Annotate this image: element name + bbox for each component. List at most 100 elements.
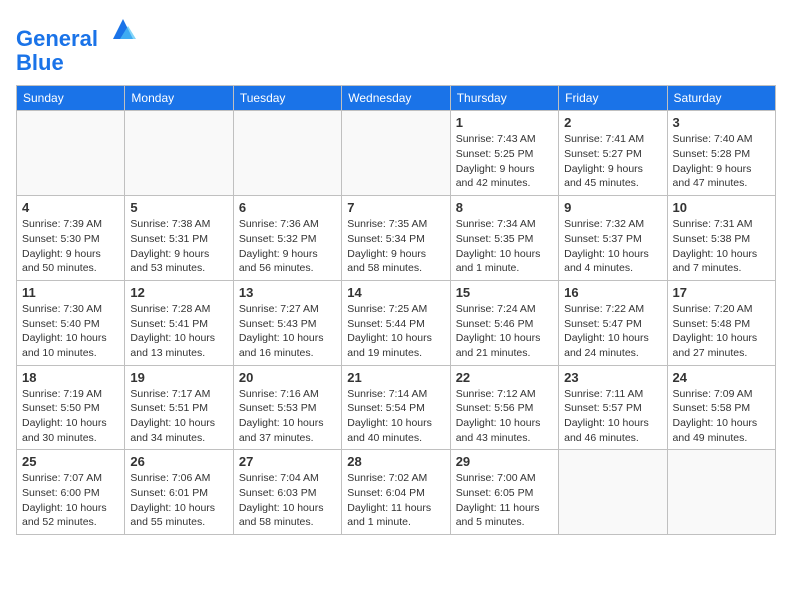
day-number: 3: [673, 115, 770, 130]
day-info: Sunrise: 7:06 AM Sunset: 6:01 PM Dayligh…: [130, 471, 227, 530]
day-info: Sunrise: 7:22 AM Sunset: 5:47 PM Dayligh…: [564, 302, 661, 361]
day-number: 16: [564, 285, 661, 300]
calendar-week-row: 18 Sunrise: 7:19 AM Sunset: 5:50 PM Dayli…: [17, 365, 776, 450]
day-number: 12: [130, 285, 227, 300]
day-info: Sunrise: 7:00 AM Sunset: 6:05 PM Dayligh…: [456, 471, 553, 530]
day-info: Sunrise: 7:36 AM Sunset: 5:32 PM Dayligh…: [239, 217, 336, 276]
calendar-cell: 12 Sunrise: 7:28 AM Sunset: 5:41 PM Dayli…: [125, 280, 233, 365]
calendar-cell: 25 Sunrise: 7:07 AM Sunset: 6:00 PM Dayli…: [17, 450, 125, 535]
calendar-cell: 5Sunrise: 7:38 AM Sunset: 5:31 PM Daylig…: [125, 196, 233, 281]
day-number: 15: [456, 285, 553, 300]
day-info: Sunrise: 7:16 AM Sunset: 5:53 PM Dayligh…: [239, 387, 336, 446]
day-number: 13: [239, 285, 336, 300]
logo: General Blue: [16, 16, 138, 75]
calendar-cell: 1Sunrise: 7:43 AM Sunset: 5:25 PM Daylig…: [450, 111, 558, 196]
day-info: Sunrise: 7:30 AM Sunset: 5:40 PM Dayligh…: [22, 302, 119, 361]
calendar-cell: 15Sunrise: 7:24 AM Sunset: 5:46 PM Dayli…: [450, 280, 558, 365]
calendar-cell: 19Sunrise: 7:17 AM Sunset: 5:51 PM Dayli…: [125, 365, 233, 450]
calendar-week-row: 11 Sunrise: 7:30 AM Sunset: 5:40 PM Dayli…: [17, 280, 776, 365]
day-info: Sunrise: 7:28 AM Sunset: 5:41 PM Dayligh…: [130, 302, 227, 361]
day-info: Sunrise: 7:40 AM Sunset: 5:28 PM Dayligh…: [673, 132, 770, 191]
day-number: 17: [673, 285, 770, 300]
day-number: 27: [239, 454, 336, 469]
calendar-cell: 13 Sunrise: 7:27 AM Sunset: 5:43 PM Dayli…: [233, 280, 341, 365]
day-number: 6: [239, 200, 336, 215]
day-info: Sunrise: 7:07 AM Sunset: 6:00 PM Dayligh…: [22, 471, 119, 530]
calendar-cell: 11 Sunrise: 7:30 AM Sunset: 5:40 PM Dayli…: [17, 280, 125, 365]
calendar-cell: 28 Sunrise: 7:02 AM Sunset: 6:04 PM Dayli…: [342, 450, 450, 535]
calendar-cell: [559, 450, 667, 535]
logo-blue: Blue: [16, 50, 64, 75]
calendar-cell: [125, 111, 233, 196]
calendar-cell: [667, 450, 775, 535]
day-number: 20: [239, 370, 336, 385]
calendar-header-row: SundayMondayTuesdayWednesdayThursdayFrid…: [17, 86, 776, 111]
day-number: 29: [456, 454, 553, 469]
day-number: 24: [673, 370, 770, 385]
day-info: Sunrise: 7:02 AM Sunset: 6:04 PM Dayligh…: [347, 471, 444, 530]
logo-general: General: [16, 26, 98, 51]
day-number: 8: [456, 200, 553, 215]
logo-icon: [108, 14, 138, 44]
calendar-week-row: 1Sunrise: 7:43 AM Sunset: 5:25 PM Daylig…: [17, 111, 776, 196]
day-number: 4: [22, 200, 119, 215]
calendar-cell: 3 Sunrise: 7:40 AM Sunset: 5:28 PM Daylig…: [667, 111, 775, 196]
calendar-cell: 29 Sunrise: 7:00 AM Sunset: 6:05 PM Dayli…: [450, 450, 558, 535]
calendar-cell: 9Sunrise: 7:32 AM Sunset: 5:37 PM Daylig…: [559, 196, 667, 281]
calendar-cell: 14 Sunrise: 7:25 AM Sunset: 5:44 PM Dayli…: [342, 280, 450, 365]
calendar-cell: 17 Sunrise: 7:20 AM Sunset: 5:48 PM Dayli…: [667, 280, 775, 365]
col-header-wednesday: Wednesday: [342, 86, 450, 111]
day-number: 11: [22, 285, 119, 300]
calendar-table: SundayMondayTuesdayWednesdayThursdayFrid…: [16, 85, 776, 535]
calendar-cell: 4 Sunrise: 7:39 AM Sunset: 5:30 PM Daylig…: [17, 196, 125, 281]
calendar-cell: 6 Sunrise: 7:36 AM Sunset: 5:32 PM Daylig…: [233, 196, 341, 281]
day-info: Sunrise: 7:38 AM Sunset: 5:31 PM Dayligh…: [130, 217, 227, 276]
day-info: Sunrise: 7:27 AM Sunset: 5:43 PM Dayligh…: [239, 302, 336, 361]
day-info: Sunrise: 7:09 AM Sunset: 5:58 PM Dayligh…: [673, 387, 770, 446]
page-header: General Blue: [16, 16, 776, 75]
calendar-cell: 2 Sunrise: 7:41 AM Sunset: 5:27 PM Daylig…: [559, 111, 667, 196]
day-info: Sunrise: 7:19 AM Sunset: 5:50 PM Dayligh…: [22, 387, 119, 446]
day-number: 10: [673, 200, 770, 215]
day-number: 21: [347, 370, 444, 385]
calendar-cell: 8 Sunrise: 7:34 AM Sunset: 5:35 PM Daylig…: [450, 196, 558, 281]
day-number: 18: [22, 370, 119, 385]
calendar-week-row: 4 Sunrise: 7:39 AM Sunset: 5:30 PM Daylig…: [17, 196, 776, 281]
day-number: 7: [347, 200, 444, 215]
day-number: 25: [22, 454, 119, 469]
calendar-cell: 22Sunrise: 7:12 AM Sunset: 5:56 PM Dayli…: [450, 365, 558, 450]
day-info: Sunrise: 7:35 AM Sunset: 5:34 PM Dayligh…: [347, 217, 444, 276]
col-header-thursday: Thursday: [450, 86, 558, 111]
day-info: Sunrise: 7:20 AM Sunset: 5:48 PM Dayligh…: [673, 302, 770, 361]
day-info: Sunrise: 7:25 AM Sunset: 5:44 PM Dayligh…: [347, 302, 444, 361]
calendar-cell: 26 Sunrise: 7:06 AM Sunset: 6:01 PM Dayli…: [125, 450, 233, 535]
calendar-week-row: 25 Sunrise: 7:07 AM Sunset: 6:00 PM Dayli…: [17, 450, 776, 535]
day-info: Sunrise: 7:41 AM Sunset: 5:27 PM Dayligh…: [564, 132, 661, 191]
day-info: Sunrise: 7:34 AM Sunset: 5:35 PM Dayligh…: [456, 217, 553, 276]
day-info: Sunrise: 7:31 AM Sunset: 5:38 PM Dayligh…: [673, 217, 770, 276]
day-number: 14: [347, 285, 444, 300]
calendar-cell: 16 Sunrise: 7:22 AM Sunset: 5:47 PM Dayli…: [559, 280, 667, 365]
day-info: Sunrise: 7:11 AM Sunset: 5:57 PM Dayligh…: [564, 387, 661, 446]
day-number: 9: [564, 200, 661, 215]
calendar-cell: 21 Sunrise: 7:14 AM Sunset: 5:54 PM Dayli…: [342, 365, 450, 450]
day-info: Sunrise: 7:14 AM Sunset: 5:54 PM Dayligh…: [347, 387, 444, 446]
calendar-cell: [233, 111, 341, 196]
calendar-cell: 27 Sunrise: 7:04 AM Sunset: 6:03 PM Dayli…: [233, 450, 341, 535]
calendar-cell: 20 Sunrise: 7:16 AM Sunset: 5:53 PM Dayli…: [233, 365, 341, 450]
calendar-cell: 18 Sunrise: 7:19 AM Sunset: 5:50 PM Dayli…: [17, 365, 125, 450]
day-number: 26: [130, 454, 227, 469]
calendar-cell: [342, 111, 450, 196]
day-info: Sunrise: 7:39 AM Sunset: 5:30 PM Dayligh…: [22, 217, 119, 276]
day-info: Sunrise: 7:04 AM Sunset: 6:03 PM Dayligh…: [239, 471, 336, 530]
col-header-tuesday: Tuesday: [233, 86, 341, 111]
day-number: 2: [564, 115, 661, 130]
calendar-cell: [17, 111, 125, 196]
day-info: Sunrise: 7:17 AM Sunset: 5:51 PM Dayligh…: [130, 387, 227, 446]
calendar-cell: 7 Sunrise: 7:35 AM Sunset: 5:34 PM Daylig…: [342, 196, 450, 281]
day-info: Sunrise: 7:12 AM Sunset: 5:56 PM Dayligh…: [456, 387, 553, 446]
day-number: 1: [456, 115, 553, 130]
col-header-monday: Monday: [125, 86, 233, 111]
day-number: 28: [347, 454, 444, 469]
calendar-cell: 23Sunrise: 7:11 AM Sunset: 5:57 PM Dayli…: [559, 365, 667, 450]
